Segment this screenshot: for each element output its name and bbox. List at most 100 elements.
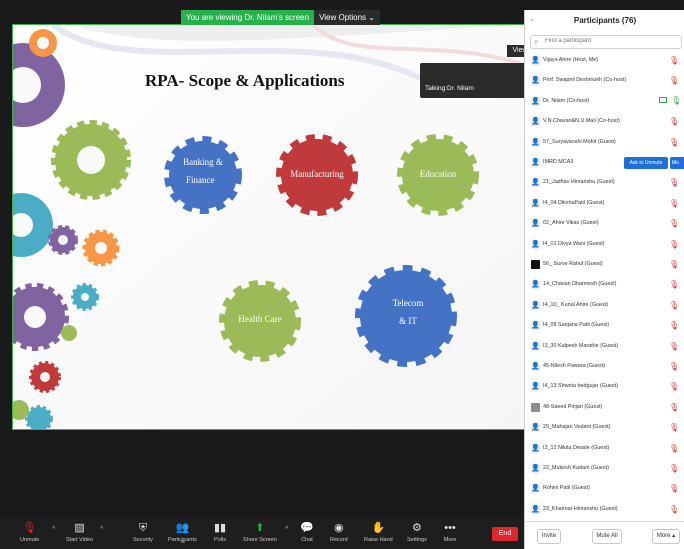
- gear-icon: ⚙: [412, 522, 422, 534]
- telecom-line1: Telecom: [392, 298, 424, 308]
- participant-name: 57_Suryavanshi Mohit (Guest): [543, 138, 616, 145]
- participants-button[interactable]: 👥76 Participants: [168, 521, 197, 544]
- raise-hand-button[interactable]: ✋ Raise Hand: [364, 521, 393, 543]
- avatar: 👤: [531, 341, 540, 351]
- participant-name: I4_10_ Kunal Ahire (Guest): [543, 301, 609, 308]
- avatar: 👤: [531, 76, 540, 86]
- participant-name: 56_ Surve Rahul (Guest): [543, 261, 603, 267]
- participant-row[interactable]: 👤 I3_30 Kalpesh Marathe (Guest) 🎙: [529, 339, 684, 355]
- mic-muted-icon: 🎙: [669, 219, 680, 229]
- participant-row[interactable]: 48-Saeed Pinjari (Guest) 🎙: [529, 400, 684, 416]
- participant-name: Rohini Patil (Guest): [543, 485, 590, 492]
- share-screen-icon: ⬆: [255, 522, 265, 534]
- mic-muted-icon: 🎙: [22, 522, 37, 534]
- active-speaker-video[interactable]: Talking:Dr. Nilam: [420, 63, 524, 98]
- gear-label-manufacturing: Manufacturing: [290, 169, 344, 179]
- banking-line1: Banking &: [183, 157, 223, 167]
- record-button[interactable]: ◉ Record: [330, 521, 348, 543]
- polls-button[interactable]: ▮▮ Polls: [213, 521, 227, 543]
- participant-row[interactable]: 👤 I4_04 DikshaPatil (Guest) 🎙: [529, 196, 684, 212]
- more-options-button[interactable]: More ▴: [652, 529, 680, 544]
- avatar: 👤: [531, 382, 540, 392]
- participant-search[interactable]: ⌕: [530, 35, 682, 49]
- video-off-icon: ▨: [74, 522, 85, 534]
- more-button[interactable]: ••• More: [443, 521, 457, 543]
- participant-row[interactable]: 👤 I4_10_ Kunal Ahire (Guest) 🎙: [529, 298, 684, 314]
- participant-name: 23_Khairnar Himanshu (Guest): [543, 505, 618, 512]
- participant-more-button[interactable]: Mo: [670, 157, 684, 169]
- participant-row[interactable]: 👤 I4_13 Shweta bedgujar (Guest) 🎙: [529, 379, 684, 395]
- mic-muted-icon: 🎙: [669, 464, 680, 473]
- end-meeting-button[interactable]: End: [492, 527, 518, 541]
- participant-name: I3_30 Kalpesh Marathe (Guest): [543, 342, 619, 349]
- ask-to-unmute-button[interactable]: Ask to Unmute: [624, 157, 668, 169]
- participant-name: 22_Mukesh Kadam (Guest): [543, 465, 609, 471]
- participant-name: I4_09 Sanjana Patil (Guest): [543, 322, 610, 329]
- decor-gear-green-mid: [51, 120, 131, 200]
- audio-options-caret[interactable]: ^: [52, 526, 55, 533]
- participant-row[interactable]: 👤 02_Ahire Vikas (Guest) 🎙: [529, 216, 684, 232]
- participant-row[interactable]: 👤 22_Mukesh Kadam (Guest) 🎙: [529, 461, 684, 477]
- chat-label: Chat: [301, 537, 313, 543]
- hand-icon: ✋: [371, 522, 386, 534]
- avatar: 👤: [531, 423, 540, 433]
- participant-name: 02_Ahire Vikas (Guest): [543, 220, 599, 227]
- security-button[interactable]: ⛨ Security: [133, 521, 153, 543]
- avatar: [531, 260, 540, 269]
- participant-search-input[interactable]: [545, 38, 675, 44]
- more-label: More: [443, 537, 457, 543]
- participants-panel-title: Participants (76): [573, 16, 637, 25]
- participant-name: 45-Nilesh Pawara (Guest): [543, 363, 606, 369]
- settings-button[interactable]: ⚙ Settings: [407, 521, 427, 543]
- share-screen-button[interactable]: ⬆ Share Screen: [243, 521, 277, 543]
- participant-name: 21_Jadhav Himanshu (Guest): [543, 179, 615, 186]
- participant-row[interactable]: 👤 23_Khairnar Himanshu (Guest) 🎙: [529, 502, 684, 518]
- view-options-button[interactable]: View Options ⌄: [314, 10, 380, 25]
- mic-muted-icon: 🎙: [669, 198, 680, 208]
- avatar: 👤: [531, 280, 540, 290]
- participant-row[interactable]: 👤 14_Chavan Dharmesh (Guest) 🎙: [529, 277, 684, 293]
- avatar: 👤: [531, 362, 540, 371]
- participant-name: 48-Saeed Pinjari (Guest): [543, 403, 603, 410]
- invite-button[interactable]: Invite: [537, 529, 561, 544]
- viewing-screen-label: You are viewing Dr. Nilam's screen: [181, 10, 315, 25]
- avatar: 👤: [531, 464, 540, 473]
- decor-gear-green-small: [61, 325, 77, 341]
- participant-name: I4_01 Divya Wani (Guest): [543, 240, 605, 247]
- mute-all-button[interactable]: Mute All: [592, 529, 622, 544]
- participant-row[interactable]: 👤 Rohini Patil (Guest) 🎙: [529, 481, 684, 497]
- avatar: 👤: [531, 443, 540, 453]
- participant-row[interactable]: 👤 29_Mahajan Vedant (Guest) 🎙: [529, 420, 684, 436]
- participant-name: I4_13 Shweta bedgujar (Guest): [543, 383, 618, 390]
- participant-row[interactable]: 👤 45-Nilesh Pawara (Guest) 🎙: [529, 359, 684, 375]
- participant-row[interactable]: 👤 Dr. Nilam (Co-host) 🎙: [529, 94, 684, 110]
- participant-name: V.N.Chavan&N.U.Mali (Co-host): [543, 118, 620, 125]
- avatar: 👤: [531, 56, 540, 65]
- participant-row[interactable]: 👤 Vijaya Ahire (Host, Me) 🎙: [529, 53, 684, 69]
- search-icon: ⌕: [534, 37, 539, 46]
- gear-label-education: Education: [419, 169, 457, 179]
- participant-row[interactable]: 56_ Surve Rahul (Guest) 🎙: [529, 257, 684, 273]
- decor-gear-purple-bottom: [13, 283, 69, 351]
- unmute-button[interactable]: 🎙 Unmute: [20, 521, 39, 543]
- mic-muted-icon: 🎙: [669, 117, 680, 127]
- gear-label-banking: Banking & Finance: [173, 153, 233, 189]
- participant-row[interactable]: 👤 V.N.Chavan&N.U.Mali (Co-host) 🎙: [529, 114, 684, 130]
- ellipsis-icon: •••: [444, 522, 456, 534]
- participant-name: I3_12 Nikita Desale (Guest): [543, 444, 610, 451]
- mic-muted-icon: 🎙: [669, 300, 680, 310]
- video-options-caret[interactable]: ^: [100, 526, 103, 533]
- participant-row[interactable]: 👤 I4_01 Divya Wani (Guest) 🎙: [529, 237, 684, 253]
- participant-row[interactable]: 👤 I3_12 Nikita Desale (Guest) 🎙: [529, 441, 684, 457]
- participants-icon: 👥76: [175, 522, 190, 544]
- share-options-caret[interactable]: ^: [285, 526, 288, 533]
- participant-row[interactable]: 👤 57_Suryavanshi Mohit (Guest) 🎙: [529, 135, 684, 151]
- mic-muted-icon: 🎙: [669, 56, 680, 65]
- chat-button[interactable]: 💬 Chat: [300, 521, 314, 543]
- view-button[interactable]: View: [507, 45, 524, 57]
- start-video-button[interactable]: ▨ Start Video: [66, 521, 93, 543]
- participant-row[interactable]: 👤 21_Jadhav Himanshu (Guest) 🎙: [529, 175, 684, 191]
- participant-row[interactable]: 👤 Prof. Swapnil Deshmukh (Co-host) 🎙: [529, 73, 684, 89]
- participant-row[interactable]: 👤 IMRD MCA3 Ask to Unmute Mo: [529, 155, 684, 171]
- participant-row[interactable]: 👤 I4_09 Sanjana Patil (Guest) 🎙: [529, 318, 684, 334]
